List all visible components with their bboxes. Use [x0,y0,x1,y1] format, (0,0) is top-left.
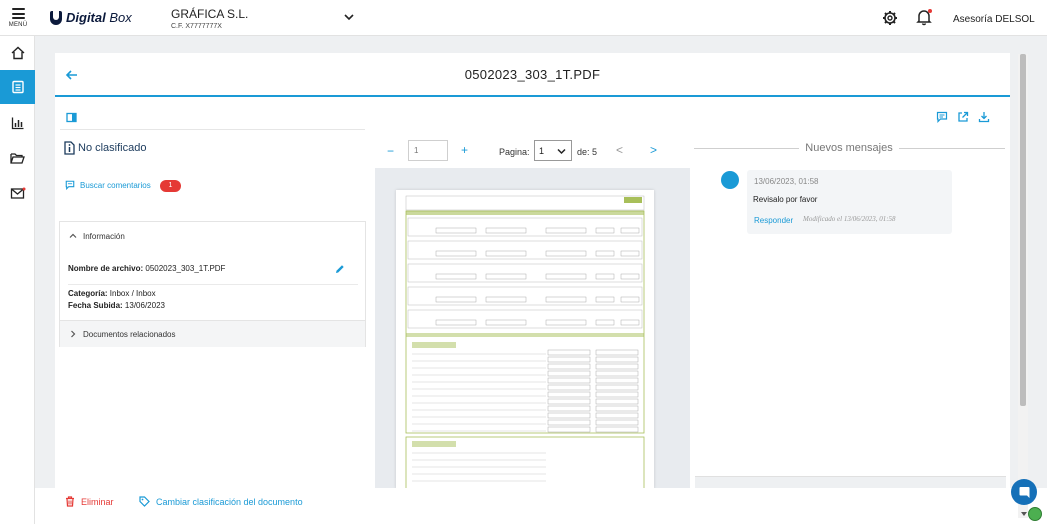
document-info-icon [64,141,75,155]
notification-dot [928,9,932,13]
sidebar-item-mail[interactable] [0,176,35,210]
sidebar [0,36,35,524]
info-section-header[interactable]: Información [60,222,365,250]
pdf-page-render [405,195,645,490]
sidebar-item-folders[interactable] [0,141,35,175]
category-row: Categoría: Inbox / Inbox [68,289,156,298]
company-name: GRÁFICA S.L. [171,7,249,21]
logo-text: Digital Box [66,10,132,25]
info-section-label: Información [83,231,125,241]
document-title: 0502023_303_1T.PDF [464,67,601,82]
divider [68,284,358,285]
sidebar-item-home[interactable] [0,36,35,70]
divider [60,129,365,130]
change-classification-button[interactable]: Cambiar clasificación del documento [139,496,303,507]
open-external-icon[interactable] [957,111,969,123]
upload-date-row: Fecha Subida: 13/06/2023 [68,301,165,310]
menu-label: MENÚ [8,22,28,28]
related-documents-label: Documentos relacionados [83,329,176,339]
logo-mark-icon [50,10,62,25]
message-text: Revisalo por favor [753,195,818,204]
document-card: 0502023_303_1T.PDF No clasificado Buscar… [55,53,1010,490]
message-modified: Modificado el 13/06/2023, 01:58 [803,215,896,223]
scrollbar-thumb[interactable] [1020,54,1026,406]
zoom-in-button[interactable]: + [461,143,468,157]
page-select-value: 1 [539,146,545,156]
sidebar-item-documents[interactable] [0,70,35,104]
chevron-up-icon [69,233,77,238]
change-classification-label: Cambiar clasificación del documento [156,496,303,507]
bar-chart-icon [11,117,23,130]
search-comments-label: Buscar comentarios [80,180,151,190]
bottom-action-bar: Eliminar Cambiar clasificación del docum… [35,488,1047,524]
search-comments-button[interactable]: Buscar comentarios [65,180,151,190]
avatar [721,171,739,189]
chat-icon [1019,486,1029,498]
delete-label: Eliminar [81,496,114,507]
filename-row: Nombre de archivo: 0502023_303_1T.PDF [68,264,226,273]
download-icon[interactable] [978,111,990,123]
user-name[interactable]: Asesoría DELSOL [953,14,1035,25]
zoom-out-button[interactable]: − [387,144,394,158]
home-icon [11,46,24,60]
chevron-right-icon [71,330,76,338]
prev-page-button[interactable]: < [616,143,623,157]
page-label: Pagina: [499,147,530,157]
sidebar-item-stats[interactable] [0,106,35,140]
next-page-button[interactable]: > [650,143,657,157]
chat-button[interactable] [1011,479,1037,505]
menu-button[interactable]: MENÚ [0,0,36,36]
company-cif: C.F. X7777777X [171,23,222,30]
info-panel: Información Nombre de archivo: 0502023_3… [59,221,366,347]
classification-status: No clasificado [64,141,146,155]
mail-icon [10,187,25,199]
edit-pencil-icon[interactable] [335,264,345,274]
app-logo[interactable]: Digital Box [50,10,132,25]
chevron-down-icon [557,148,566,155]
chevron-down-icon[interactable] [343,11,355,23]
company-selector[interactable]: GRÁFICA S.L. C.F. X7777777X [171,7,248,30]
document-list-icon [11,80,24,94]
comment-icon[interactable] [936,111,948,123]
comments-count-badge: 1 [160,180,181,192]
zoom-input[interactable] [408,140,448,161]
reply-link[interactable]: Responder [754,216,793,225]
online-status-icon [1028,507,1042,521]
trash-icon [66,496,74,507]
page-select[interactable]: 1 [534,140,572,161]
message-date: 13/06/2023, 01:58 [754,177,819,186]
delete-button[interactable]: Eliminar [65,496,114,507]
folder-open-icon [10,153,25,164]
page-total: de: 5 [577,147,598,157]
pdf-page [396,190,654,490]
messages-title: Nuevos mensajes [805,142,893,154]
hamburger-icon [11,8,25,19]
divider [694,148,799,149]
top-bar: MENÚ Digital Box GRÁFICA S.L. C.F. X7777… [0,0,1047,36]
message-bubble: 13/06/2023, 01:58 Revisalo por favor Res… [747,170,952,234]
scroll-down-arrow-icon[interactable] [1020,510,1028,518]
pdf-viewer[interactable] [375,168,690,490]
divider [899,148,1005,149]
gear-icon[interactable] [882,10,898,26]
classification-label: No clasificado [78,142,147,154]
comment-icon [65,180,75,190]
tag-icon [139,496,150,507]
panel-toggle-icon[interactable] [66,112,77,123]
related-documents-header[interactable]: Documentos relacionados [60,320,365,347]
document-header: 0502023_303_1T.PDF [55,53,1010,97]
